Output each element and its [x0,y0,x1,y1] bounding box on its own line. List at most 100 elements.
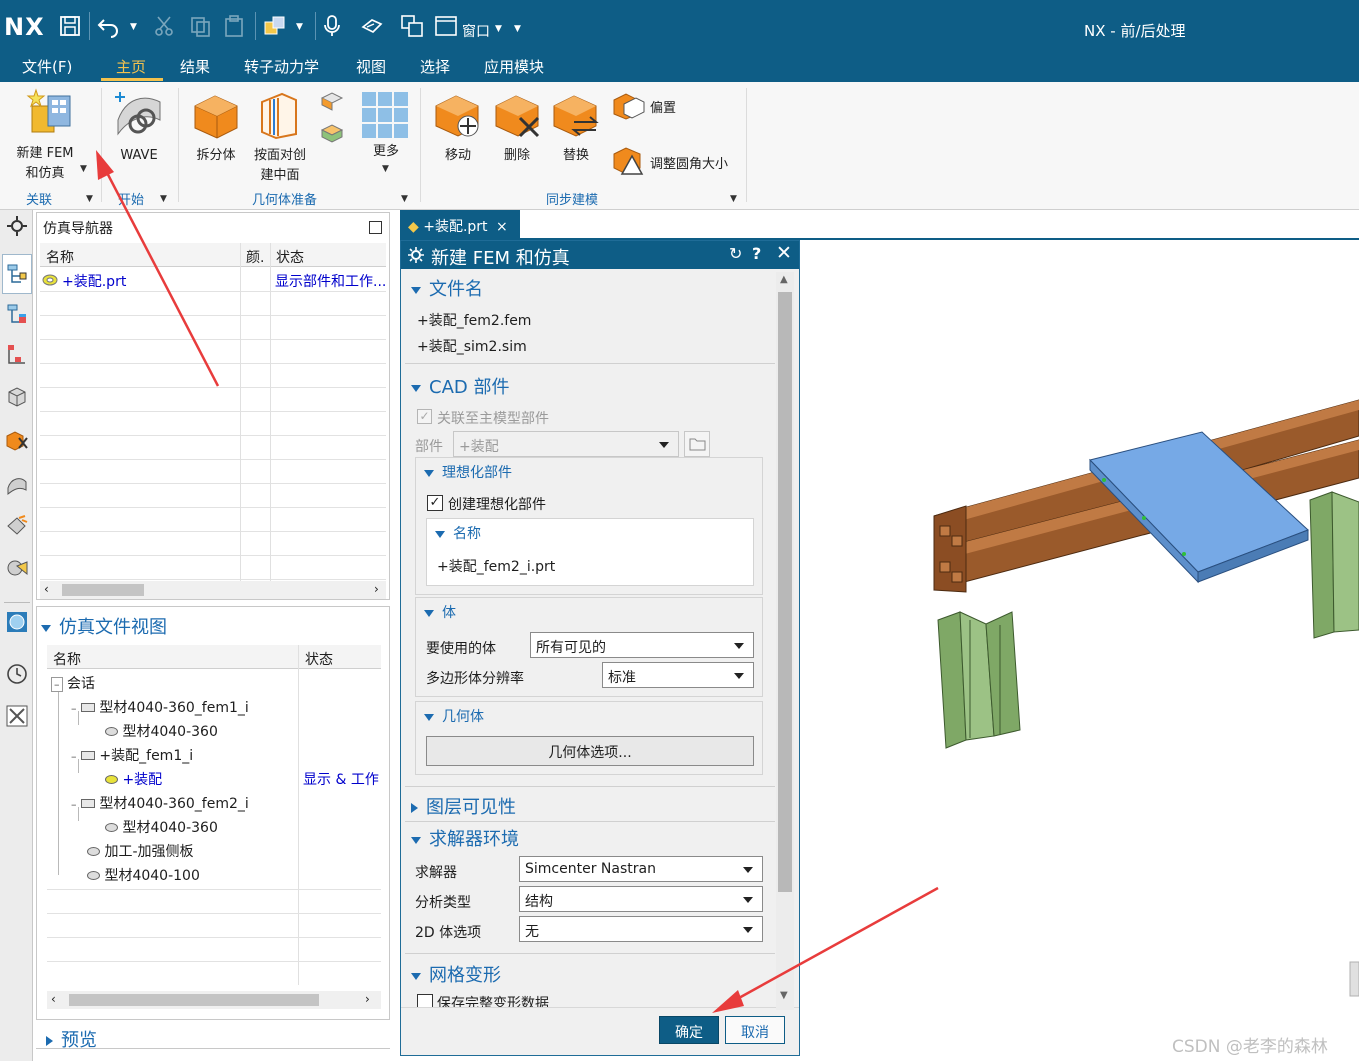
mesh-morphing-section[interactable]: 网格变形 [411,961,501,987]
reuse-library-icon[interactable] [5,472,29,496]
undo-dropdown-icon[interactable]: ▼ [130,22,137,32]
window-dropdown-icon[interactable]: ▼ [495,24,502,34]
window-icon[interactable] [434,14,458,38]
scroll-up-icon[interactable]: ▲ [780,274,788,285]
table-row[interactable]: +装配.prt 显示部件和工作... [40,268,386,292]
tree-item-profile-360-b[interactable]: 型材4040-360 [105,817,218,837]
assembly-navigator-icon[interactable] [5,384,29,408]
part-navigator-icon[interactable] [5,342,29,366]
touch-mode-icon[interactable] [360,14,384,38]
customize-quick-access-icon[interactable]: ▼ [514,24,521,34]
cut-icon[interactable] [152,14,176,38]
2d-body-option-dropdown[interactable]: 无 [519,916,763,942]
small-geometry-icon-1[interactable] [320,90,344,112]
assembly-icon[interactable] [263,14,287,38]
window-menu[interactable]: 窗口 [462,21,490,41]
scroll-left-icon[interactable]: ‹ [44,582,49,596]
menu-results[interactable]: 结果 [180,56,210,77]
solver-dropdown[interactable]: Simcenter Nastran [519,856,763,882]
history-icon[interactable] [5,662,29,686]
horizontal-scrollbar[interactable]: ‹ › [40,581,386,599]
file-name-section[interactable]: 文件名 [411,275,483,301]
name-section[interactable]: 名称 [435,523,481,543]
offset-face-button[interactable]: 偏置 [612,92,692,120]
tree-item-fem2-i[interactable]: – 型材4040-360_fem2_i [71,793,249,813]
assoc-master-checkbox[interactable]: ✓ [417,409,432,424]
col-name[interactable]: 名称 [46,247,74,267]
more-button[interactable]: 更多 ▼ [358,86,414,176]
microphone-icon[interactable] [320,14,344,38]
web-browser-icon[interactable] [5,556,29,580]
graphics-viewport[interactable] [800,240,1359,1056]
create-idealized-checkbox[interactable]: ✓ [427,495,443,511]
part-dropdown[interactable]: +装配 [453,431,679,457]
system-materials-icon[interactable] [5,704,29,728]
tree-item-fem1-asm[interactable]: – +装配_fem1_i [71,745,193,765]
analysis-type-dropdown[interactable]: 结构 [519,886,763,912]
idealized-part-name[interactable]: +装配_fem2_i.prt [437,556,555,576]
tree-item-assembly[interactable]: +装配 [105,769,162,789]
body-section[interactable]: 体 [424,602,456,622]
constraint-navigator-icon[interactable] [5,428,29,452]
tree-item-profile-360[interactable]: 型材4040-360 [105,721,218,741]
assembly-dropdown-icon[interactable]: ▼ [296,22,303,32]
solver-environment-section[interactable]: 求解器环境 [411,825,519,851]
menu-applications[interactable]: 应用模块 [484,56,544,77]
cad-part-section[interactable]: CAD 部件 [411,373,509,399]
new-fem-dropdown-icon[interactable]: ▼ [80,164,87,174]
close-tab-icon[interactable]: × [496,219,508,235]
viewport-side-handle[interactable] [1349,961,1359,997]
scroll-right-icon[interactable]: › [365,992,370,1006]
col-status[interactable]: 状态 [305,649,333,669]
tree-item-side-plate[interactable]: 加工-加强侧板 [87,841,194,861]
reset-icon[interactable]: ↻ [729,244,742,263]
more-dropdown-icon[interactable]: ▼ [382,164,389,174]
split-body-button[interactable]: 拆分体 [186,86,246,166]
window-tile-icon[interactable] [400,14,424,38]
graphics-tab[interactable]: ◆ +装配.prt × [400,210,520,238]
resource-settings-icon[interactable] [5,214,29,238]
dialog-scrollbar[interactable]: ▲ ▼ [776,272,794,1010]
scroll-down-icon[interactable]: ▼ [780,990,788,1001]
save-icon[interactable] [58,14,82,38]
tree-item-fem1-i[interactable]: – 型材4040-360_fem1_i [71,697,249,717]
tree-item-session[interactable]: – 会话 [51,673,95,693]
sim-file-name[interactable]: +装配_sim2.sim [417,336,527,356]
delete-face-button[interactable]: 删除 [488,86,546,166]
tree-item-profile-100[interactable]: 型材4040-100 [87,865,200,885]
save-deform-checkbox[interactable] [417,994,433,1007]
menu-select[interactable]: 选择 [420,56,450,77]
hd3d-tools-icon[interactable] [5,514,29,538]
scroll-left-icon[interactable]: ‹ [51,992,56,1006]
layer-visibility-section[interactable]: 图层可见性 [411,793,516,819]
menu-home[interactable]: 主页 [116,56,146,77]
col-name[interactable]: 名称 [53,649,81,669]
horizontal-scrollbar[interactable]: ‹ › [47,991,381,1009]
fem-file-name[interactable]: +装配_fem2.fem [417,310,531,330]
menu-view[interactable]: 视图 [356,56,386,77]
polygon-resolution-dropdown[interactable]: 标准 [602,662,754,688]
group-geometry-dropdown-icon[interactable]: ▼ [401,194,408,204]
replace-face-button[interactable]: 替换 [546,86,606,166]
menu-file[interactable]: 文件(F) [22,56,72,77]
geometry-section[interactable]: 几何体 [424,706,484,726]
scroll-right-icon[interactable]: › [374,582,379,596]
bodies-to-use-dropdown[interactable]: 所有可见的 [530,632,754,658]
dialog-scroll-thumb[interactable] [778,292,792,892]
undo-icon[interactable] [96,14,120,38]
scroll-thumb[interactable] [62,584,144,596]
col-status[interactable]: 状态 [276,247,304,267]
new-fem-button[interactable]: 新建 FEM 和仿真 [6,86,88,186]
wave-button[interactable]: WAVE [108,86,170,166]
midsurface-by-face-pair-button[interactable]: 按面对创 建中面 [248,86,312,186]
help-icon[interactable]: ? [752,244,761,263]
group-sync-dropdown-icon[interactable]: ▼ [730,194,737,204]
sim-file-view-header[interactable]: 仿真文件视图 [41,613,167,639]
copy-icon[interactable] [188,14,212,38]
col-color[interactable]: 颜. [246,247,264,267]
idealized-part-section[interactable]: 理想化部件 [424,462,512,482]
paste-icon[interactable] [222,14,246,38]
group-assoc-dropdown-icon[interactable]: ▼ [86,194,93,204]
menu-rotor-dynamics[interactable]: 转子动力学 [244,56,319,77]
small-geometry-icon-2[interactable] [320,122,344,144]
